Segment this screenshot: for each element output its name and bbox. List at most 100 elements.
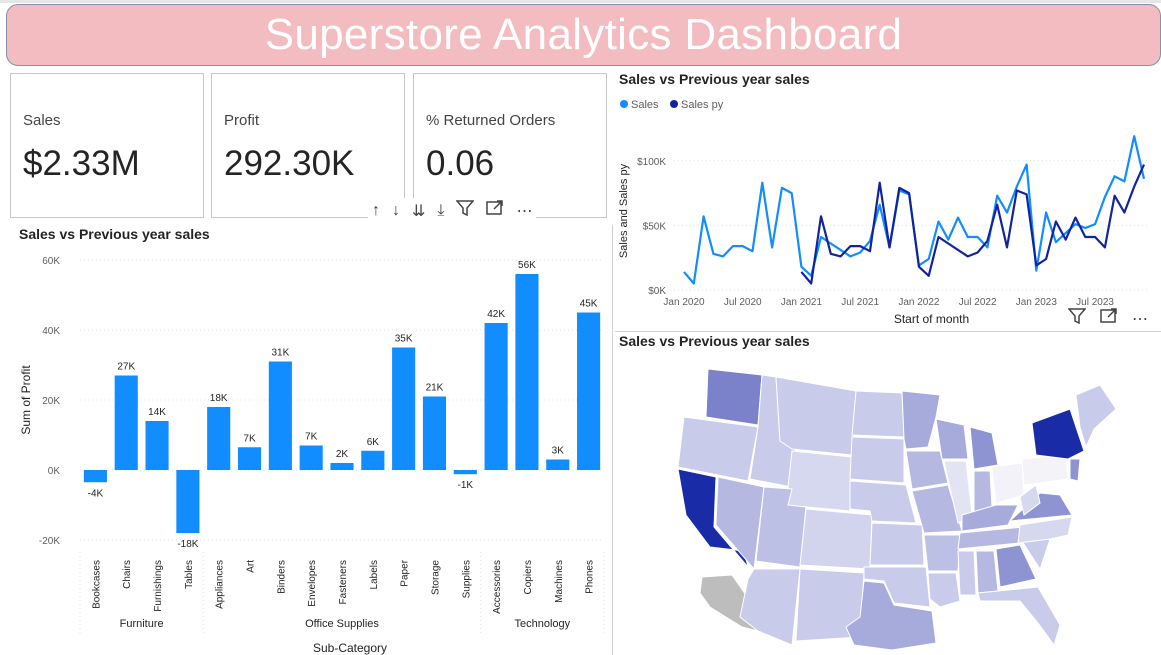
state-arizona [739, 568, 801, 646]
data-label: 3K [552, 446, 565, 457]
x-tick-label: Tables [184, 560, 195, 589]
bar [546, 459, 570, 470]
x-tick-label: Art [246, 560, 257, 573]
bar [392, 347, 416, 470]
data-label: 2K [336, 449, 349, 460]
state-new-york [1031, 408, 1085, 460]
kpi-value: $2.33M [23, 144, 140, 183]
state-pennsylvania [1021, 454, 1069, 486]
data-label: 18K [210, 393, 228, 404]
line-chart-toolbar: ⋯ [1067, 308, 1148, 329]
dashboard-title-bar: Superstore Analytics Dashboard [6, 4, 1161, 66]
bar [114, 375, 138, 470]
x-group-label: Technology [515, 618, 571, 630]
bar [268, 361, 292, 470]
x-tick-label: Supplies [461, 560, 472, 598]
y-axis-title: Sum of Profit [19, 365, 33, 435]
x-tick-label: Jul 2021 [841, 297, 879, 308]
filter-icon[interactable] [455, 200, 476, 221]
y-tick-label: $100K [637, 157, 666, 168]
window-top-strip [0, 0, 1161, 3]
kpi-card-profit[interactable]: Profit 292.30K [211, 73, 405, 218]
bar [237, 447, 262, 470]
state-virginia [1008, 492, 1073, 522]
bar [207, 407, 231, 470]
line-chart: Sales Sales py $0K $50K $100K Sales and Sales… [618, 99, 1149, 326]
x-tick-label: Jan 2020 [663, 297, 705, 308]
data-label: 56K [518, 260, 536, 271]
x-tick-label: Storage [430, 560, 441, 595]
x-tick-label: Jul 2020 [724, 297, 762, 308]
y-tick-label: 40K [42, 326, 60, 337]
data-label: 6K [367, 437, 380, 448]
state-wisconsin [935, 418, 969, 460]
x-tick-label: Jan 2022 [898, 297, 940, 308]
y-tick-label: -20K [39, 536, 60, 547]
dashboard-title: Superstore Analytics Dashboard [264, 10, 903, 59]
state-washington [705, 368, 763, 426]
data-label: 14K [148, 407, 166, 418]
state-wyoming [785, 450, 853, 512]
data-label: 21K [426, 383, 444, 394]
drill-down-icon[interactable]: ↓ [392, 202, 400, 220]
data-label: 42K [487, 309, 505, 320]
x-tick-label: Jul 2022 [959, 297, 997, 308]
focus-mode-icon[interactable] [1100, 308, 1118, 329]
kpi-card-sales[interactable]: Sales $2.33M [10, 73, 204, 218]
x-tick-label: Envelopes [307, 560, 318, 607]
state-florida [977, 586, 1061, 647]
more-options-icon[interactable]: ⋯ [516, 201, 532, 221]
data-label: -4K [88, 488, 104, 499]
y-axis-title: Sales and Sales py [618, 163, 630, 258]
bar-chart-toolbar: ↑ ↓ ⇊ ⤓ ⋯ [368, 198, 537, 223]
kpi-value: 0.06 [426, 144, 495, 183]
expand-hierarchy-icon[interactable]: ⤓ [437, 202, 444, 220]
kpi-card-returned-orders[interactable]: % Returned Orders 0.06 [413, 73, 607, 218]
expand-next-level-icon[interactable]: ⇊ [412, 201, 425, 221]
drill-up-icon[interactable]: ↑ [372, 202, 380, 220]
data-label: 35K [395, 334, 413, 345]
x-tick-label: Fasteners [338, 560, 349, 604]
focus-mode-icon[interactable] [486, 200, 504, 221]
state-north-dakota [851, 390, 905, 438]
bar [83, 470, 107, 483]
x-tick-label: Bookcases [91, 560, 102, 609]
x-tick-label: Jan 2023 [1016, 297, 1058, 308]
bar-chart-title: Sales vs Previous year sales [19, 226, 210, 242]
kpi-label: Sales [23, 112, 61, 129]
state-louisiana [927, 572, 961, 608]
state-colorado [799, 508, 873, 570]
data-label: 27K [117, 362, 135, 373]
x-axis-title: Start of month [894, 312, 969, 326]
series-line-sales [683, 135, 1146, 285]
data-label: 31K [271, 348, 289, 359]
x-tick-label: Chairs [122, 560, 133, 589]
x-tick-label: Labels [369, 560, 380, 589]
x-tick-label: Paper [400, 559, 411, 586]
bar-chart: 60K 40K 20K 0K -20K Sum of Profit -4K Bookcases… [19, 256, 605, 655]
us-filled-map[interactable] [640, 355, 1155, 650]
state-arkansas [923, 534, 961, 572]
legend-label: Sales [631, 99, 659, 111]
state-mississippi [957, 550, 977, 596]
filter-icon[interactable] [1067, 308, 1087, 329]
bar [515, 274, 539, 470]
bar [453, 470, 477, 475]
bar [145, 421, 169, 470]
x-tick-label: Jan 2021 [781, 297, 823, 308]
panel-divider [615, 331, 1161, 332]
y-tick-label: $50K [643, 221, 667, 232]
x-tick-label: Accessories [492, 560, 503, 614]
bar [577, 312, 601, 470]
legend-label: Sales py [681, 99, 724, 111]
state-ohio [991, 462, 1025, 504]
state-north-carolina [1017, 516, 1073, 544]
kpi-value: 292.30K [224, 144, 355, 183]
x-group-label: Office Supplies [305, 618, 379, 630]
x-tick-label: Jul 2023 [1076, 297, 1114, 308]
state-new-jersey [1069, 458, 1081, 482]
x-tick-label: Phones [585, 560, 596, 594]
more-options-icon[interactable]: ⋯ [1132, 309, 1148, 329]
data-label: -18K [177, 539, 198, 550]
x-group-label: Furniture [120, 618, 164, 630]
